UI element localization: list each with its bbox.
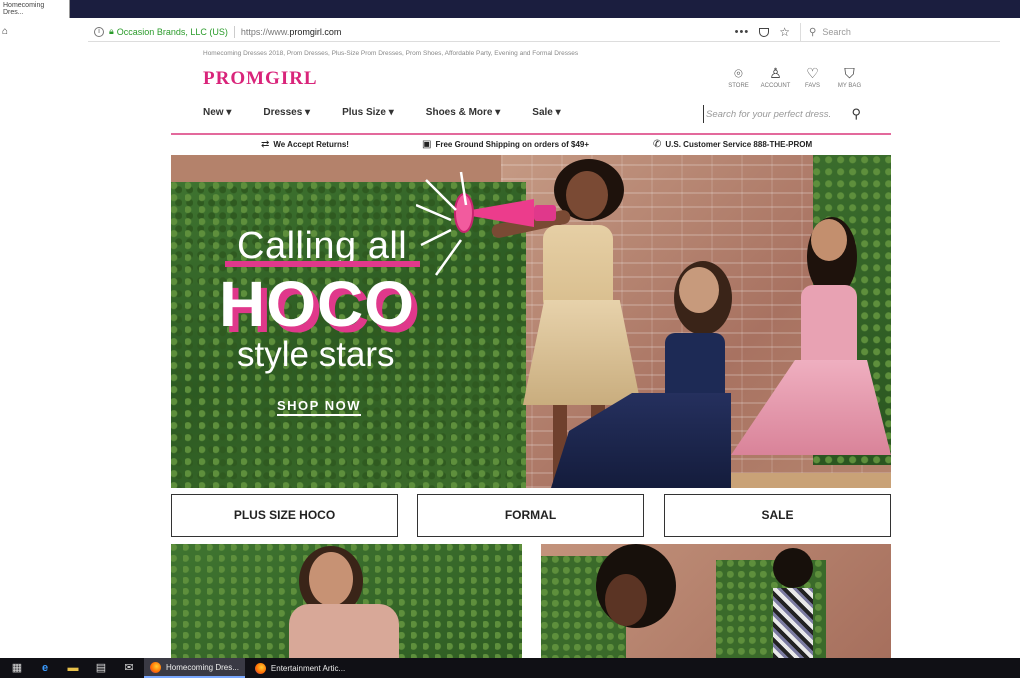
task-view-icon[interactable]: ▦ xyxy=(6,658,28,678)
model-face xyxy=(605,574,647,626)
screen: Homecoming Dres... ⌂ i 🔒︎ Occasion Brand… xyxy=(0,0,1020,678)
store-icon[interactable]: ▤ xyxy=(90,658,112,678)
hero-banner[interactable]: Calling all HOCO style stars SHOP NOW xyxy=(171,155,891,488)
store-link[interactable]: ⌾ STORE xyxy=(720,64,757,89)
benefit-label: Free Ground Shipping on orders of $49+ xyxy=(435,140,590,149)
divider xyxy=(171,133,891,135)
url-text[interactable]: https://www.promgirl.com xyxy=(241,27,342,37)
model-shoulders xyxy=(289,604,399,658)
floral-dress xyxy=(773,588,813,658)
model-face xyxy=(679,267,719,313)
browser-search-placeholder: Search xyxy=(822,27,851,37)
url-domain: promgirl.com xyxy=(289,26,342,37)
lock-icon[interactable]: 🔒︎ xyxy=(109,26,114,37)
taskbar-task-homecoming[interactable]: Homecoming Dres... xyxy=(144,658,245,678)
phone-icon: ✆ xyxy=(653,139,662,150)
hero-headline-line3: style stars xyxy=(237,335,395,374)
store-label: STORE xyxy=(728,83,749,89)
hero-headline-line2: HOCO xyxy=(219,268,415,340)
bag-label: MY BAG xyxy=(837,83,862,89)
bookmark-star-icon[interactable]: ☆ xyxy=(779,25,790,39)
shout-lines xyxy=(416,171,468,276)
info-icon[interactable]: i xyxy=(94,26,104,37)
benefit-label: U.S. Customer Service 888-THE-PROM xyxy=(665,140,813,149)
file-explorer-icon[interactable]: ▬ xyxy=(62,658,84,678)
firefox-icon xyxy=(254,662,266,674)
bag-icon: ⛉ xyxy=(844,65,855,81)
task-label: Homecoming Dres... xyxy=(166,662,239,672)
address-bar[interactable]: i 🔒︎ Occasion Brands, LLC (US) https://w… xyxy=(88,22,1000,42)
url-prefix: https://www. xyxy=(240,26,290,37)
task-label: Entertainment Artic... xyxy=(270,663,346,673)
model-face xyxy=(309,552,353,606)
model-hair xyxy=(773,548,813,588)
header-icons: ⌾ STORE ♙ ACCOUNT ♡ FAVS ⛉ MY BAG xyxy=(720,64,868,89)
model-face xyxy=(811,219,847,261)
pocket-icon[interactable] xyxy=(759,27,770,37)
search-icon[interactable]: ⚲ xyxy=(851,106,861,122)
promo-image-right[interactable] xyxy=(541,544,891,658)
account-label: ACCOUNT xyxy=(760,83,791,89)
model-face xyxy=(566,171,608,219)
mail-icon[interactable]: ✉ xyxy=(118,658,140,678)
page-actions-menu-icon[interactable]: ••• xyxy=(735,26,750,38)
address-bar-actions: ••• ☆ ⚲ Search xyxy=(735,22,1000,42)
certificate-owner: Occasion Brands, LLC (US) xyxy=(116,26,228,37)
seo-promo-text: Homecoming Dresses 2018, Prom Dresses, P… xyxy=(203,50,579,57)
dress-bodice xyxy=(665,333,725,403)
site-search-placeholder: Search for your perfect dress. xyxy=(706,108,832,120)
nav-shoes-more[interactable]: Shoes & More ▾ xyxy=(426,107,500,118)
nav-dresses[interactable]: Dresses ▾ xyxy=(263,107,310,118)
main-nav: New ▾ Dresses ▾ Plus Size ▾ Shoes & More… xyxy=(203,107,593,118)
home-icon[interactable]: ⌂ xyxy=(2,26,8,37)
site-search-input[interactable]: Search for your perfect dress. ⚲ xyxy=(703,105,861,123)
benefit-shipping[interactable]: ▣ Free Ground Shipping on orders of $49+ xyxy=(422,139,589,150)
browser-tab[interactable]: Homecoming Dres... xyxy=(0,0,70,18)
benefit-label: We Accept Returns! xyxy=(273,140,349,149)
gift-icon: ▣ xyxy=(422,139,432,150)
exchange-icon: ⇄ xyxy=(261,139,270,150)
firefox-icon xyxy=(150,661,161,673)
category-sale-button[interactable]: SALE xyxy=(664,494,891,537)
favs-link[interactable]: ♡ FAVS xyxy=(794,64,831,89)
nav-sale[interactable]: Sale ▾ xyxy=(532,107,560,118)
promo-image-left[interactable] xyxy=(171,544,522,658)
taskbar-task-entertainment[interactable]: Entertainment Artic... xyxy=(249,658,351,678)
heart-icon: ♡ xyxy=(806,65,819,81)
browser-search-input[interactable]: ⚲ Search xyxy=(800,23,1000,41)
benefits-bar: ⇄ We Accept Returns! ▣ Free Ground Shippin… xyxy=(171,139,891,153)
category-formal-button[interactable]: FORMAL xyxy=(417,494,644,537)
favs-label: FAVS xyxy=(805,83,820,89)
search-icon: ⚲ xyxy=(809,26,817,38)
bench xyxy=(731,473,891,488)
dress-bodice xyxy=(543,225,613,305)
shop-now-link[interactable]: SHOP NOW xyxy=(277,398,361,416)
dress-bodice xyxy=(801,285,857,365)
map-pin-icon: ⌾ xyxy=(734,65,743,81)
nav-new[interactable]: New ▾ xyxy=(203,107,231,118)
category-plus-size-hoco-button[interactable]: PLUS SIZE HOCO xyxy=(171,494,398,537)
account-link[interactable]: ♙ ACCOUNT xyxy=(757,64,794,89)
site-logo[interactable]: PROMGIRL xyxy=(203,68,318,90)
nav-plus-size[interactable]: Plus Size ▾ xyxy=(342,107,394,118)
bag-link[interactable]: ⛉ MY BAG xyxy=(831,64,868,89)
divider xyxy=(233,25,235,38)
benefit-returns[interactable]: ⇄ We Accept Returns! xyxy=(261,139,349,150)
person-icon: ♙ xyxy=(769,65,782,81)
edge-browser-icon[interactable]: e xyxy=(34,658,56,678)
os-taskbar: ▦ e ▬ ▤ ✉ Homecoming Dres... Entertainme… xyxy=(0,658,1020,678)
benefit-customer-service[interactable]: ✆ U.S. Customer Service 888-THE-PROM xyxy=(653,139,812,150)
browser-title-bar: Homecoming Dres... xyxy=(0,0,1020,18)
